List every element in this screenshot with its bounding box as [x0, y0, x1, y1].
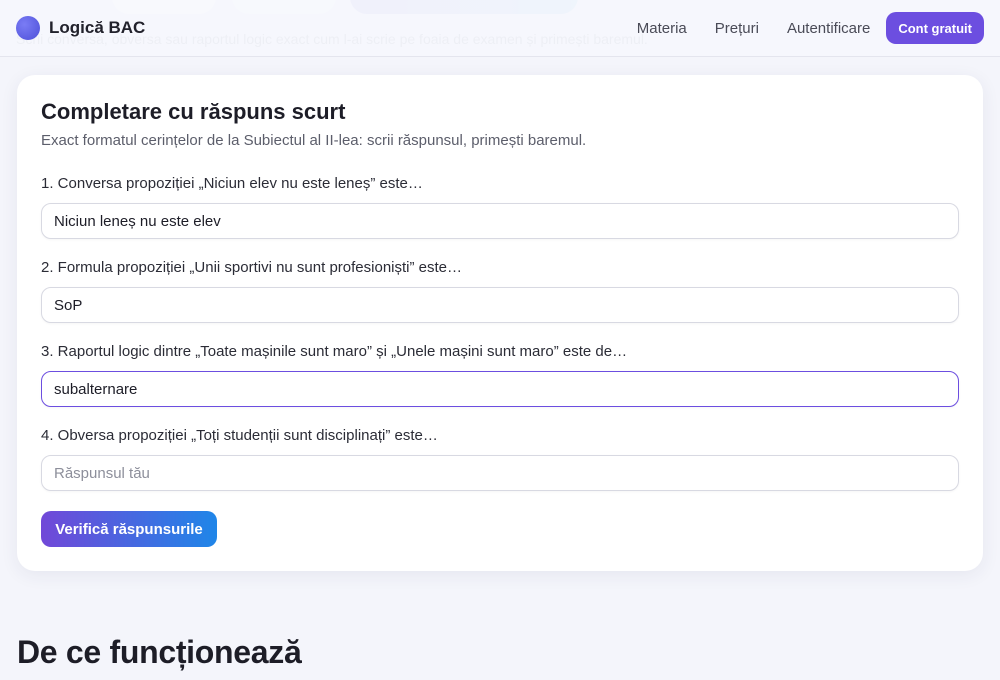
brand-logo[interactable]: Logică BAC	[16, 16, 145, 40]
nav-link-preturi[interactable]: Prețuri	[715, 20, 759, 37]
free-account-button[interactable]: Cont gratuit	[886, 12, 984, 44]
answer-input-2[interactable]	[41, 287, 959, 323]
section-title: De ce funcționează	[17, 634, 302, 670]
question-label-2: 2. Formula propoziției „Unii sportivi nu…	[41, 259, 463, 276]
answer-input-3[interactable]	[41, 371, 959, 407]
top-navbar: Logică BAC Materia Prețuri Autentificare…	[0, 0, 1000, 57]
question-label-1: 1. Conversa propoziției „Niciun elev nu …	[41, 175, 423, 192]
short-answer-card: Completare cu răspuns scurt Exact format…	[17, 75, 983, 571]
card-title: Completare cu răspuns scurt	[41, 99, 346, 124]
logo-circle-icon	[16, 16, 40, 40]
answer-input-4[interactable]	[41, 455, 959, 491]
verify-answers-button[interactable]: Verifică răspunsurile	[41, 511, 217, 547]
main-nav: Materia Prețuri Autentificare Cont gratu…	[637, 12, 984, 44]
nav-link-autentificare[interactable]: Autentificare	[787, 20, 870, 37]
brand-name: Logică BAC	[49, 18, 146, 37]
nav-link-materia[interactable]: Materia	[637, 20, 687, 37]
card-subtitle: Exact formatul cerințelor de la Subiectu…	[41, 132, 587, 149]
answer-input-1[interactable]	[41, 203, 959, 239]
question-label-3: 3. Raportul logic dintre „Toate mașinile…	[41, 343, 628, 360]
question-label-4: 4. Obversa propoziției „Toți studenții s…	[41, 427, 438, 444]
